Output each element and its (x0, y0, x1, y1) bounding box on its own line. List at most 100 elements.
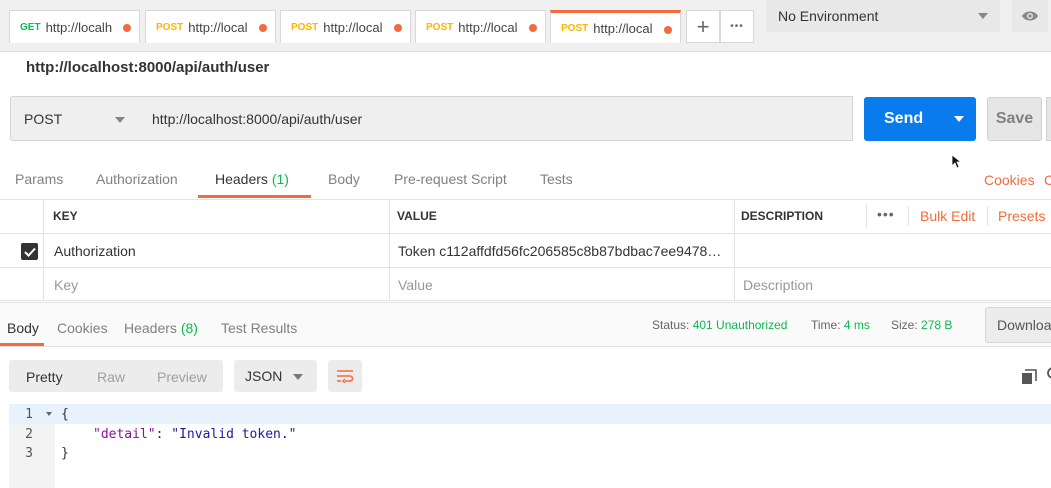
wrap-lines-button[interactable] (328, 360, 362, 392)
table-border (0, 199, 1051, 200)
chevron-down-icon (115, 117, 125, 123)
fold-toggle-icon[interactable] (46, 412, 52, 416)
table-border (389, 199, 390, 300)
url-input[interactable] (139, 96, 853, 141)
request-tab-active[interactable]: POST http://local (550, 10, 681, 43)
send-options-button[interactable] (942, 97, 976, 141)
status-value: 401 Unauthorized (692, 318, 788, 332)
method-label: POST (426, 21, 454, 33)
environment-quick-look-button[interactable] (1012, 0, 1048, 32)
request-tab[interactable]: POST http://local (415, 10, 546, 43)
view-pretty[interactable]: Pretty (26, 369, 63, 385)
headers-count: (1) (271, 171, 289, 187)
save-options-button[interactable] (1046, 97, 1051, 141)
request-tab[interactable]: POST http://local (145, 10, 276, 43)
tab-url: http://local (188, 19, 248, 35)
code-line: { (61, 407, 69, 422)
unsaved-dot-icon (394, 24, 402, 32)
view-raw[interactable]: Raw (97, 369, 125, 385)
table-border (0, 300, 1051, 301)
request-title: http://localhost:8000/api/auth/user (26, 59, 270, 76)
format-value: JSON (245, 368, 283, 384)
column-header-value: VALUE (397, 209, 437, 223)
tab-body[interactable]: Body (328, 171, 360, 187)
size-value: 278 B (921, 318, 953, 332)
view-preview[interactable]: Preview (157, 369, 207, 385)
method-select[interactable]: POST (10, 96, 140, 141)
environment-select[interactable]: No Environment (766, 0, 1000, 32)
response-tab-headers-label: Headers (124, 320, 177, 336)
table-border (866, 204, 867, 228)
method-label: GET (20, 21, 41, 33)
download-button[interactable]: Downloa (985, 307, 1051, 343)
send-button[interactable]: Send (864, 97, 976, 141)
mouse-cursor-icon (952, 155, 961, 169)
response-tab-body[interactable]: Body (7, 320, 39, 336)
column-header-description: DESCRIPTION (741, 209, 824, 223)
response-status: Status: 401 Unauthorized (652, 318, 787, 332)
header-value-cell[interactable]: Token c112affdfd56fc206585c8b87bdbac7ee9… (398, 243, 721, 259)
table-border (908, 206, 909, 226)
new-value-input[interactable]: Value (398, 277, 433, 293)
search-icon (1047, 367, 1051, 379)
unsaved-dot-icon (123, 24, 131, 32)
search-response-button[interactable] (1044, 366, 1051, 388)
presets-link[interactable]: Presets (998, 208, 1045, 224)
time-label: Time: (811, 318, 841, 332)
tab-url: http://local (593, 20, 653, 36)
size-label: Size: (891, 318, 918, 332)
active-tab-indicator (0, 343, 44, 346)
cookies-link[interactable]: Cookies (984, 172, 1035, 188)
table-border (43, 199, 44, 300)
header-key-cell[interactable]: Authorization (54, 243, 136, 259)
request-tab[interactable]: GET http://localh (9, 10, 140, 43)
response-tab-test-results[interactable]: Test Results (221, 320, 297, 336)
json-separator: : (155, 427, 172, 442)
copy-response-button[interactable] (1018, 366, 1040, 388)
new-key-input[interactable]: Key (54, 277, 78, 293)
tab-headers[interactable]: Headers (1) (215, 171, 289, 187)
chevron-down-icon (954, 116, 964, 122)
active-line-highlight (9, 404, 1051, 424)
tab-headers-label: Headers (215, 171, 268, 187)
table-border (0, 267, 1051, 268)
response-size: Size: 278 B (891, 318, 952, 332)
table-more-button[interactable]: ••• (877, 206, 895, 222)
tab-authorization[interactable]: Authorization (96, 171, 178, 187)
checkmark-icon (23, 247, 36, 257)
method-value: POST (24, 110, 63, 127)
chevron-down-icon (978, 13, 988, 19)
send-label: Send (884, 110, 924, 127)
code-line: } (61, 446, 69, 461)
code-link[interactable]: C (1044, 172, 1051, 188)
new-description-input[interactable]: Description (743, 277, 813, 293)
response-tab-cookies[interactable]: Cookies (57, 320, 108, 336)
table-border (734, 199, 735, 300)
line-number: 1 (25, 407, 33, 422)
table-border (0, 233, 1051, 234)
response-headers-count: (8) (180, 320, 198, 336)
tab-params[interactable]: Params (15, 171, 63, 187)
column-header-key: KEY (53, 209, 78, 223)
response-tab-headers[interactable]: Headers (8) (124, 320, 198, 336)
tab-url: http://local (323, 19, 383, 35)
wrap-lines-icon (337, 370, 354, 383)
method-label: POST (156, 21, 184, 33)
method-label: POST (561, 22, 589, 34)
tab-tests[interactable]: Tests (540, 171, 573, 187)
unsaved-dot-icon (664, 26, 672, 34)
method-label: POST (291, 21, 319, 33)
tab-prerequest-script[interactable]: Pre-request Script (394, 171, 507, 187)
header-enabled-checkbox[interactable] (21, 243, 38, 260)
save-button[interactable]: Save (987, 97, 1042, 141)
eye-icon (1022, 11, 1038, 21)
request-tab[interactable]: POST http://local (280, 10, 411, 43)
format-select[interactable]: JSON (234, 360, 317, 392)
bulk-edit-link[interactable]: Bulk Edit (920, 208, 975, 224)
tab-url: http://local (458, 19, 518, 35)
line-number: 2 (25, 427, 33, 442)
more-tabs-button[interactable]: ••• (720, 10, 754, 43)
time-value: 4 ms (843, 318, 870, 332)
new-tab-button[interactable]: + (686, 10, 720, 43)
copy-icon (1022, 369, 1037, 384)
